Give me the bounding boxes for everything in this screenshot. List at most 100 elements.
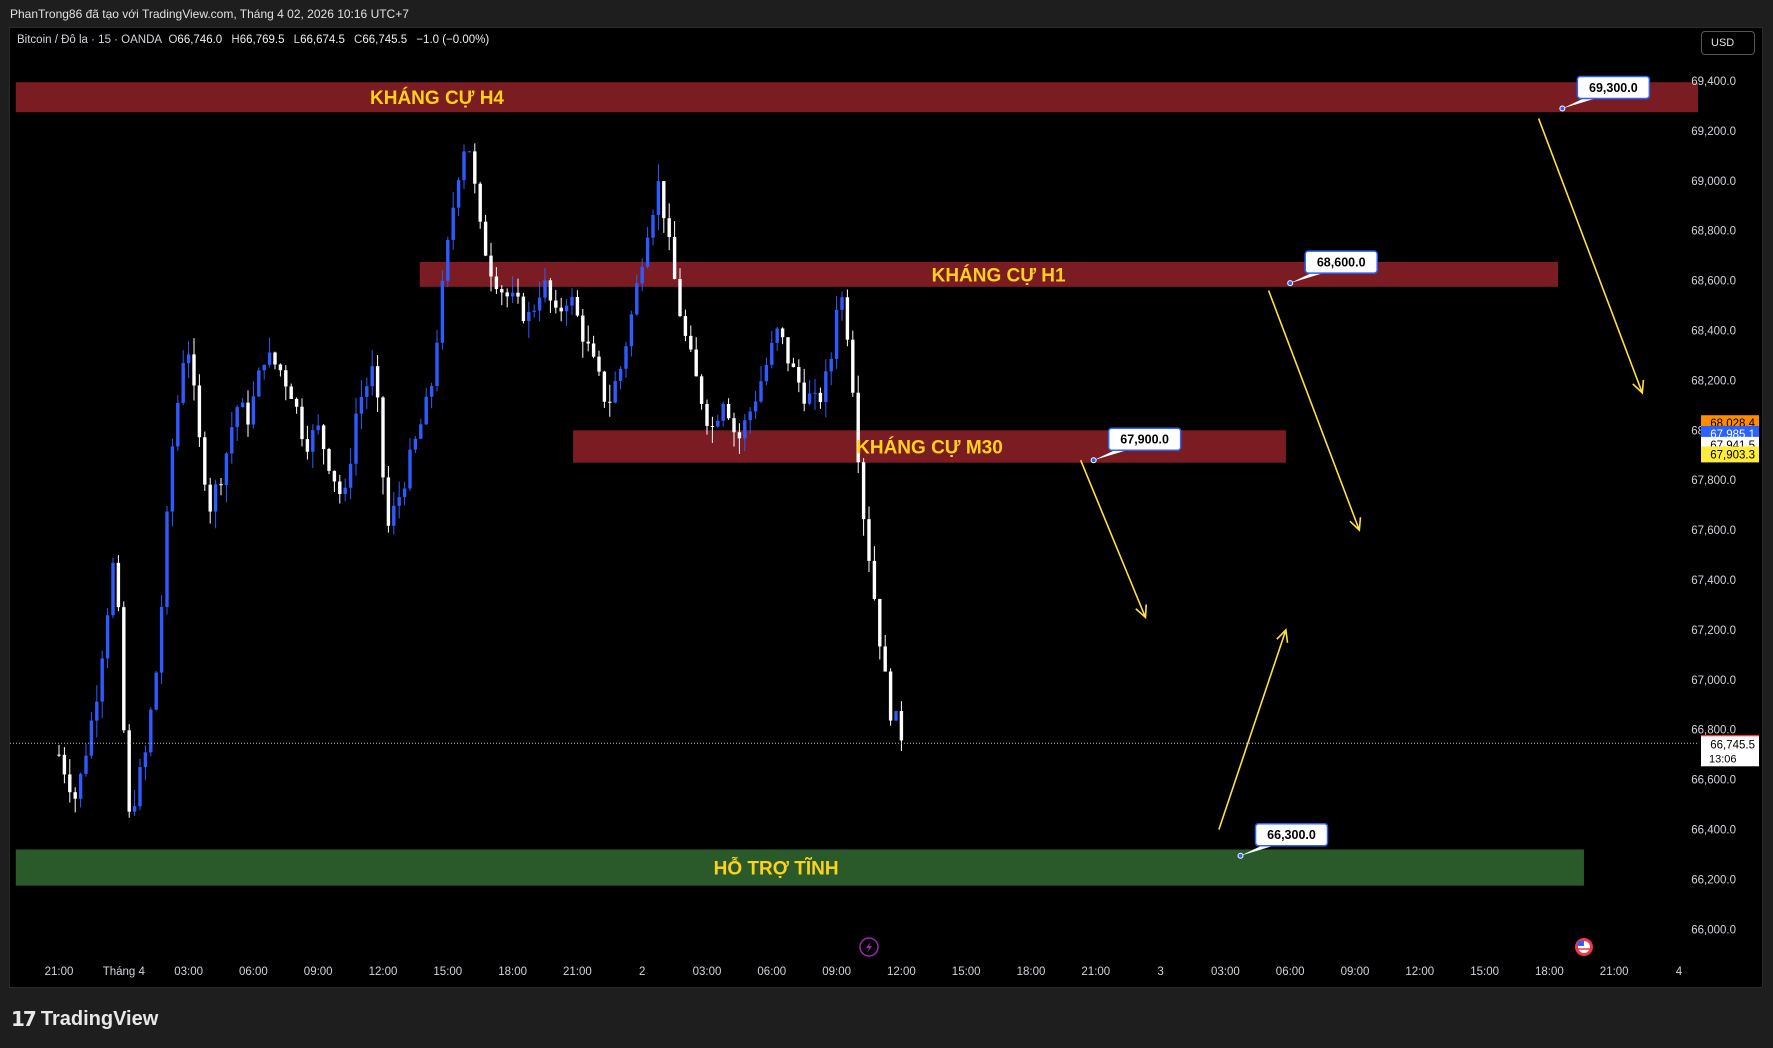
- candle-body[interactable]: [521, 296, 526, 322]
- candle-body[interactable]: [716, 420, 720, 427]
- candle-body[interactable]: [851, 339, 855, 393]
- candle-body[interactable]: [813, 392, 817, 394]
- candle-body[interactable]: [570, 296, 574, 306]
- candle-body[interactable]: [726, 403, 731, 419]
- candle-body[interactable]: [62, 754, 67, 775]
- candle-body[interactable]: [683, 316, 688, 336]
- candle-body[interactable]: [143, 752, 148, 768]
- candle-body[interactable]: [462, 151, 466, 181]
- candle-body[interactable]: [764, 364, 769, 382]
- candle-body[interactable]: [678, 279, 682, 317]
- candle-body[interactable]: [354, 413, 358, 464]
- candle-body[interactable]: [246, 402, 250, 425]
- candle-body[interactable]: [132, 806, 137, 812]
- trend-arrow-0[interactable]: [1537, 118, 1644, 394]
- candle-body[interactable]: [505, 292, 509, 297]
- candle-body[interactable]: [192, 354, 196, 386]
- symbol-name[interactable]: Bitcoin / Đô la · 15 · OANDA: [17, 34, 162, 46]
- candle-body[interactable]: [127, 730, 131, 812]
- candle-body[interactable]: [591, 343, 596, 357]
- candle-body[interactable]: [548, 280, 553, 301]
- trend-arrow-3[interactable]: [1218, 629, 1287, 830]
- candle-body[interactable]: [213, 484, 218, 512]
- candle-body[interactable]: [435, 342, 439, 387]
- candle-body[interactable]: [651, 214, 655, 238]
- candle-body[interactable]: [483, 221, 488, 256]
- candle-body[interactable]: [57, 754, 61, 756]
- candle-body[interactable]: [721, 403, 725, 421]
- candle-body[interactable]: [613, 380, 617, 403]
- candle-body[interactable]: [780, 328, 785, 338]
- candle-body[interactable]: [429, 386, 434, 397]
- candle-body[interactable]: [500, 289, 504, 293]
- candle-body[interactable]: [111, 562, 115, 616]
- candle-body[interactable]: [170, 446, 175, 512]
- candle-body[interactable]: [667, 218, 671, 238]
- candle-body[interactable]: [662, 181, 666, 219]
- candle-body[interactable]: [494, 276, 499, 290]
- candle-body[interactable]: [240, 402, 245, 408]
- candle-body[interactable]: [197, 385, 202, 438]
- candle-body[interactable]: [602, 371, 607, 402]
- candle-body[interactable]: [278, 364, 283, 371]
- candle-body[interactable]: [478, 183, 482, 222]
- candle-body[interactable]: [397, 497, 401, 506]
- candle-body[interactable]: [564, 305, 569, 312]
- candle-body[interactable]: [186, 354, 191, 364]
- candle-body[interactable]: [402, 488, 407, 498]
- candle-body[interactable]: [181, 363, 185, 403]
- candle-body[interactable]: [532, 310, 536, 312]
- candle-body[interactable]: [510, 292, 515, 297]
- candle-body[interactable]: [559, 307, 563, 312]
- candle-body[interactable]: [770, 342, 774, 365]
- candle-body[interactable]: [95, 701, 99, 721]
- candle-body[interactable]: [586, 341, 590, 344]
- candle-body[interactable]: [597, 356, 601, 372]
- candle-body[interactable]: [257, 370, 261, 397]
- candle-body[interactable]: [392, 505, 396, 526]
- candle-body[interactable]: [872, 560, 877, 599]
- candle-body[interactable]: [305, 439, 310, 452]
- candle-body[interactable]: [386, 477, 391, 526]
- candle-body[interactable]: [581, 315, 585, 342]
- trend-arrow-2[interactable]: [1079, 459, 1147, 618]
- candle-body[interactable]: [370, 366, 374, 387]
- candle-body[interactable]: [68, 774, 72, 793]
- candle-body[interactable]: [122, 607, 126, 731]
- candle-body[interactable]: [159, 606, 164, 673]
- candle-body[interactable]: [321, 425, 326, 450]
- candle-body[interactable]: [338, 481, 342, 495]
- candle-body[interactable]: [608, 401, 612, 403]
- candle-body[interactable]: [89, 720, 94, 756]
- candle-body[interactable]: [537, 297, 542, 311]
- currency-button[interactable]: USD: [1701, 31, 1755, 55]
- candle-body[interactable]: [543, 280, 547, 298]
- candle-body[interactable]: [262, 364, 266, 371]
- candle-body[interactable]: [154, 672, 158, 710]
- candle-body[interactable]: [894, 711, 898, 721]
- candle-body[interactable]: [829, 358, 833, 372]
- resistance-zone-0[interactable]: [15, 82, 1709, 113]
- candle-body[interactable]: [845, 297, 850, 340]
- candle-body[interactable]: [316, 425, 320, 431]
- candle-body[interactable]: [219, 484, 223, 486]
- candle-body[interactable]: [84, 755, 88, 774]
- candle-body[interactable]: [332, 470, 337, 482]
- candle-body[interactable]: [824, 371, 828, 403]
- candle-body[interactable]: [294, 398, 299, 407]
- candle-body[interactable]: [149, 709, 153, 753]
- candle-body[interactable]: [208, 484, 212, 512]
- candle-body[interactable]: [575, 296, 580, 316]
- price-chart[interactable]: KHÁNG CỰ H4 KHÁNG CỰ H1 KHÁNG CỰ M30 HỖ TRỢ…: [0, 0, 1773, 1048]
- candle-body[interactable]: [786, 337, 790, 364]
- candle-body[interactable]: [105, 615, 110, 659]
- candle-body[interactable]: [516, 292, 520, 297]
- candle-body[interactable]: [413, 438, 418, 450]
- candle-body[interactable]: [807, 393, 812, 404]
- candle-body[interactable]: [440, 280, 445, 343]
- candle-body[interactable]: [705, 403, 709, 426]
- candle-body[interactable]: [203, 437, 207, 485]
- candle-body[interactable]: [689, 335, 693, 350]
- candle-body[interactable]: [456, 180, 461, 208]
- candle-body[interactable]: [327, 449, 331, 471]
